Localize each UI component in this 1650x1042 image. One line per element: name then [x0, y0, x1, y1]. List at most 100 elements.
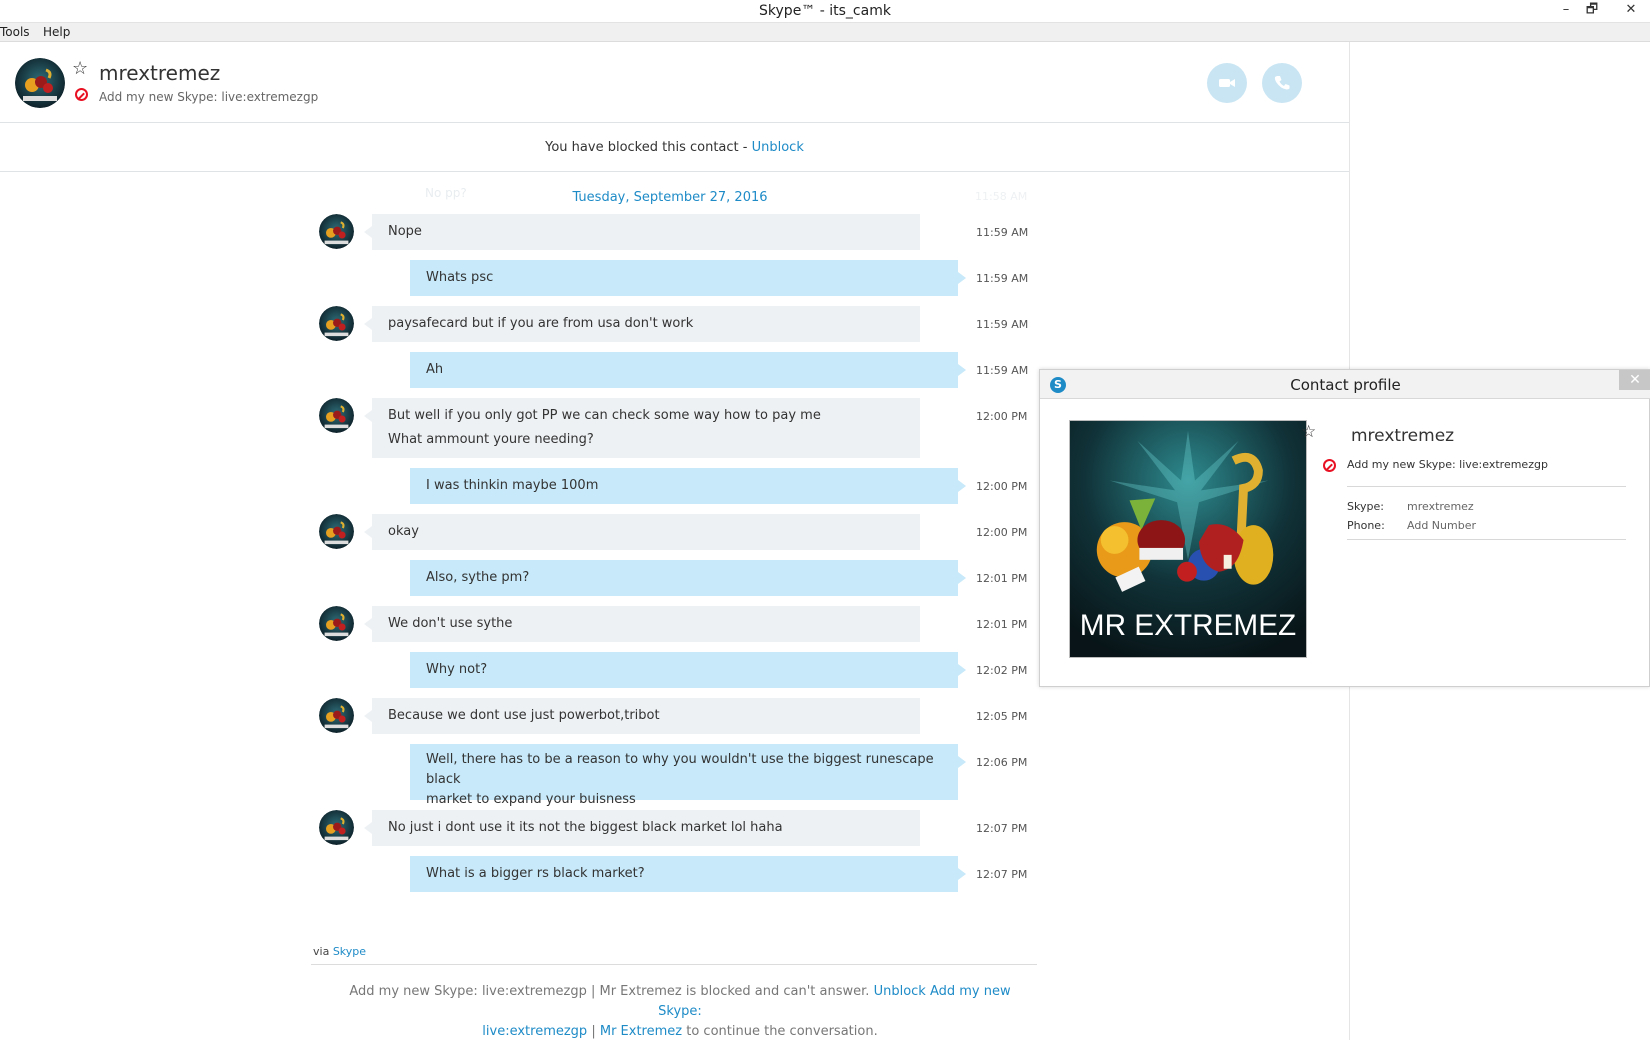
message-timestamp: 12:00 PM — [976, 526, 1028, 539]
restore-button[interactable]: 🗗 — [1578, 0, 1606, 22]
message-text: Well, there has to be a reason to why yo… — [426, 752, 934, 787]
message-timestamp: 12:05 PM — [976, 710, 1028, 723]
message-text: Also, sythe pm? — [426, 570, 530, 585]
footer-divider — [311, 964, 1037, 965]
outgoing-message-bubble[interactable]: Ah — [410, 352, 966, 388]
sender-avatar[interactable] — [319, 698, 354, 733]
date-separator: Tuesday, September 27, 2016 — [572, 190, 768, 205]
window-title-bar: Skype™ - its_camk – 🗗 ✕ — [0, 0, 1650, 23]
contact-name-link[interactable]: Mr Extremez — [600, 1024, 682, 1039]
profile-blocked-icon — [1323, 459, 1336, 472]
via-label: via — [313, 945, 330, 958]
profile-mood: Add my new Skype: live:extremezgp — [1347, 458, 1548, 471]
message-timestamp: 11:59 AM — [976, 226, 1029, 239]
incoming-message-bubble[interactable]: paysafecard but if you are from usa don'… — [364, 306, 920, 342]
message-timestamp: 11:59 AM — [976, 318, 1029, 331]
message-timestamp: 12:01 PM — [976, 572, 1028, 585]
incoming-message-bubble[interactable]: Because we dont use just powerbot,tribot — [364, 698, 920, 734]
contact-profile-window: S Contact profile ✕ MR EXTREMEZ ☆ mrextr… — [1039, 369, 1650, 687]
skype-field-value: mrextremez — [1407, 500, 1474, 513]
outgoing-message-bubble[interactable]: What is a bigger rs black market? — [410, 856, 966, 892]
profile-window-title: Contact profile — [1290, 376, 1401, 394]
skype-id-link[interactable]: live:extremezgp — [482, 1024, 587, 1039]
outgoing-message-bubble[interactable]: Whats psc — [410, 260, 966, 296]
outgoing-message-bubble[interactable]: Why not? — [410, 652, 966, 688]
message-timestamp: 12:02 PM — [976, 664, 1028, 677]
sender-avatar[interactable] — [319, 810, 354, 845]
window-title: Skype™ - its_camk — [759, 3, 891, 19]
message-timestamp: 12:00 PM — [976, 410, 1028, 423]
message-text: What is a bigger rs black market? — [426, 866, 645, 881]
blocked-icon — [75, 88, 88, 101]
add-number-link[interactable]: Add Number — [1407, 519, 1476, 532]
favorite-star-icon[interactable]: ☆ — [72, 58, 88, 79]
menu-bar: Tools Help — [0, 23, 1650, 42]
sender-avatar[interactable] — [319, 398, 354, 433]
contact-name: mrextremez — [99, 61, 221, 85]
profile-title-bar: S Contact profile ✕ — [1040, 370, 1650, 399]
outgoing-message-bubble[interactable]: Well, there has to be a reason to why yo… — [410, 744, 966, 807]
menu-tools[interactable]: Tools — [0, 25, 30, 39]
unblock-link[interactable]: Unblock — [752, 140, 804, 155]
profile-divider-bottom — [1347, 539, 1626, 540]
incoming-message-bubble[interactable]: But well if you only got PP we can check… — [364, 398, 920, 458]
skype-field-label: Skype: — [1347, 500, 1384, 513]
blocked-notice: Add my new Skype: live:extremezgp | Mr E… — [340, 982, 1020, 1042]
message-text: But well if you only got PP we can check… — [388, 408, 821, 423]
message-text: Why not? — [426, 662, 488, 677]
message-text: No just i dont use it its not the bigges… — [388, 820, 783, 835]
via-skype: via Skype — [313, 945, 366, 958]
profile-divider-top — [1347, 486, 1626, 487]
message-text: I was thinkin maybe 100m — [426, 478, 599, 493]
outgoing-message-bubble[interactable]: I was thinkin maybe 100m — [410, 468, 966, 504]
sender-avatar[interactable] — [319, 214, 354, 249]
incoming-message-bubble[interactable]: okay — [364, 514, 920, 550]
close-profile-button[interactable]: ✕ — [1619, 370, 1650, 390]
message-timestamp: 11:59 AM — [976, 272, 1029, 285]
contact-mood: Add my new Skype: live:extremezgp — [99, 90, 319, 104]
message-timestamp: 12:06 PM — [976, 756, 1028, 769]
message-text: okay — [388, 524, 419, 539]
minimize-button[interactable]: – — [1552, 0, 1580, 22]
video-call-button[interactable] — [1207, 63, 1247, 103]
message-timestamp: 12:00 PM — [976, 480, 1028, 493]
audio-call-button[interactable] — [1262, 63, 1302, 103]
contact-avatar[interactable] — [15, 58, 65, 108]
phone-icon — [1274, 76, 1290, 90]
message-timestamp: 12:01 PM — [976, 618, 1028, 631]
profile-picture-caption: MR EXTREMEZ — [1080, 609, 1296, 642]
message-text: Because we dont use just powerbot,tribot — [388, 708, 660, 723]
message-text: Nope — [388, 224, 422, 239]
blocked-notice-tail: to continue the conversation. — [686, 1024, 878, 1039]
conversation-header: ☆ mrextremez Add my new Skype: live:extr… — [0, 42, 1349, 123]
message-text: Ah — [426, 362, 444, 377]
blocked-banner-text: You have blocked this contact - — [545, 140, 752, 155]
incoming-message-bubble[interactable]: No just i dont use it its not the bigges… — [364, 810, 920, 846]
message-text: We don't use sythe — [388, 616, 513, 631]
message-text: paysafecard but if you are from usa don'… — [388, 316, 694, 331]
message-text: What ammount youre needing? — [388, 432, 594, 447]
sender-avatar[interactable] — [319, 306, 354, 341]
profile-name: mrextremez — [1351, 426, 1455, 446]
message-timestamp: 11:59 AM — [976, 364, 1029, 377]
notice-separator: | — [591, 1024, 596, 1039]
profile-picture: MR EXTREMEZ — [1069, 420, 1307, 658]
incoming-message-bubble[interactable]: We don't use sythe — [364, 606, 920, 642]
menu-help[interactable]: Help — [43, 25, 70, 39]
sender-avatar[interactable] — [319, 514, 354, 549]
message-timestamp: 12:07 PM — [976, 868, 1028, 881]
close-window-button[interactable]: ✕ — [1617, 0, 1645, 22]
profile-favorite-star-icon[interactable]: ☆ — [1301, 422, 1316, 442]
video-camera-icon — [1219, 79, 1235, 87]
incoming-message-bubble[interactable]: Nope — [364, 214, 920, 250]
blocked-notice-text: Add my new Skype: live:extremezgp | Mr E… — [349, 984, 870, 999]
outgoing-message-bubble[interactable]: Also, sythe pm? — [410, 560, 966, 596]
via-skype-link[interactable]: Skype — [333, 945, 366, 958]
message-timestamp: 12:07 PM — [976, 822, 1028, 835]
phone-field-label: Phone: — [1347, 519, 1385, 532]
message-text: market to expand your buisness — [426, 792, 636, 807]
message-list[interactable]: No pp? 11:58 AM Tuesday, September 27, 2… — [300, 174, 1040, 910]
blocked-banner: You have blocked this contact - Unblock — [0, 124, 1349, 172]
sender-avatar[interactable] — [319, 606, 354, 641]
message-text: Whats psc — [426, 270, 494, 285]
